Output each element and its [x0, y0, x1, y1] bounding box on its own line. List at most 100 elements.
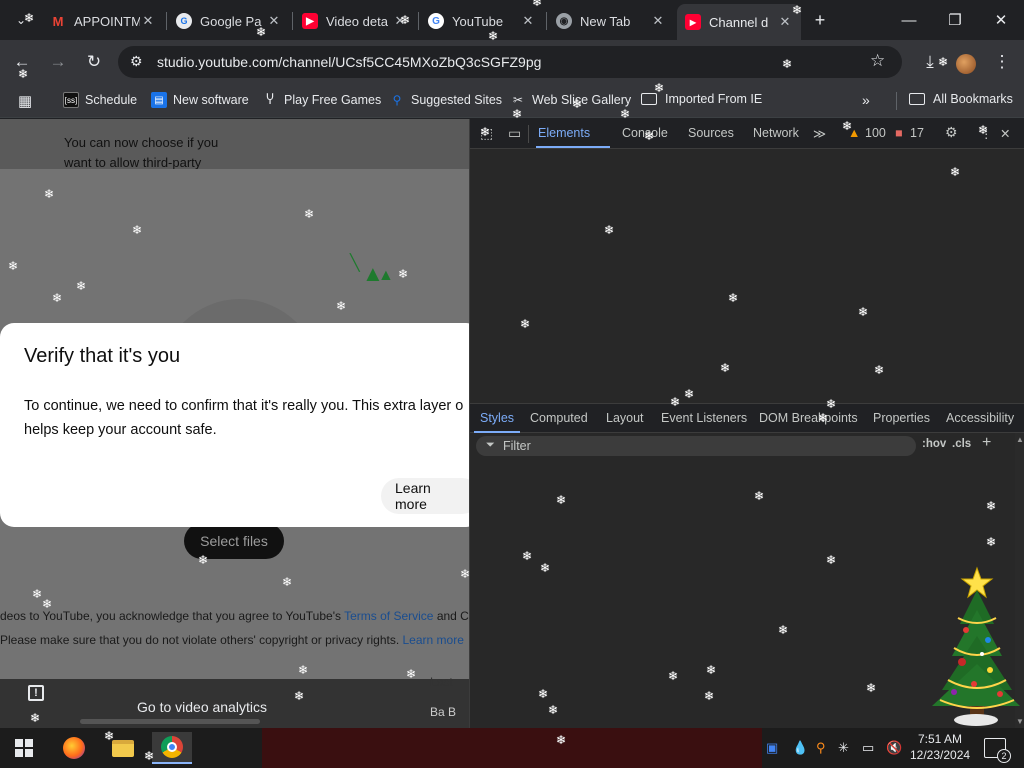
minimize-button[interactable]: —: [894, 8, 924, 32]
learn-more-link[interactable]: Learn more: [403, 633, 464, 647]
chevron-down-icon: ⌄: [15, 13, 27, 27]
more-tabs-icon[interactable]: ≫: [813, 126, 826, 141]
avatar[interactable]: [956, 54, 976, 74]
close-devtools-icon[interactable]: ✕: [1000, 126, 1010, 141]
new-tab-button[interactable]: +: [808, 8, 832, 32]
christmas-tree-icon: [928, 566, 1020, 730]
close-icon[interactable]: ✕: [650, 13, 666, 29]
network-settings-icon[interactable]: ✳: [838, 740, 849, 756]
tab-dom-breakpoints[interactable]: DOM Breakpoints: [759, 411, 858, 425]
select-files-button[interactable]: Select files: [184, 523, 284, 559]
bookmark-new-software[interactable]: ▤ New software: [151, 92, 249, 108]
tab-sources[interactable]: Sources: [688, 126, 734, 140]
bookmark-play-free-games[interactable]: Ⴤ Play Free Games: [262, 92, 381, 108]
start-button[interactable]: [4, 732, 44, 764]
folder-icon: [641, 93, 657, 105]
all-bookmarks-button[interactable]: All Bookmarks: [909, 92, 1013, 106]
inspect-element-icon[interactable]: ⬚: [480, 125, 493, 142]
close-icon[interactable]: ✕: [777, 14, 793, 30]
terms-line: deos to YouTube, you acknowledge that yo…: [0, 609, 469, 623]
terms-of-service-link[interactable]: Terms of Service: [344, 609, 433, 623]
warning-icon[interactable]: ▲: [848, 126, 860, 140]
filter-placeholder: Filter: [503, 439, 531, 453]
url-text[interactable]: studio.youtube.com/channel/UCsf5CC45MXoZ…: [157, 54, 541, 70]
bookmark-label: Imported From IE: [665, 92, 763, 106]
tab-network[interactable]: Network: [753, 126, 799, 140]
network-icon[interactable]: ▭: [862, 740, 874, 756]
taskbar-file-explorer[interactable]: [103, 732, 143, 764]
close-icon[interactable]: ✕: [140, 13, 156, 29]
tab-new-tab[interactable]: ◉ New Tab ✕: [548, 6, 674, 36]
close-icon[interactable]: ✕: [520, 13, 536, 29]
bookmark-web-slice-gallery[interactable]: ✂ Web Slice Gallery: [510, 92, 631, 108]
tab-title: New Tab: [580, 13, 631, 29]
apps-button[interactable]: ▦: [18, 92, 32, 110]
menu-button[interactable]: ⋮: [990, 50, 1014, 74]
dropbox-icon[interactable]: 💧: [792, 740, 808, 756]
close-icon[interactable]: ✕: [392, 13, 408, 29]
close-window-button[interactable]: ✕: [986, 8, 1016, 32]
elements-tree[interactable]: [470, 149, 1024, 387]
tab-channel-dashboard[interactable]: ▶ Channel d ✕: [677, 4, 801, 40]
tab-event-listeners[interactable]: Event Listeners: [661, 411, 747, 425]
bookmarks-overflow-button[interactable]: »: [862, 92, 870, 108]
tab-google-pay[interactable]: G Google Pa ✕: [168, 6, 290, 36]
site-settings-icon[interactable]: ⚙: [130, 53, 143, 70]
bookmark-suggested-sites[interactable]: ⚲ Suggested Sites: [389, 92, 502, 108]
notifications-button[interactable]: 2: [984, 738, 1011, 763]
more-vert-icon[interactable]: ⋮: [980, 126, 993, 141]
taskbar-chrome[interactable]: [152, 732, 192, 764]
error-icon[interactable]: ■: [895, 126, 903, 140]
youtube-icon: ▶: [685, 14, 701, 30]
tab-youtube[interactable]: G YouTube ✕: [420, 6, 544, 36]
reload-button[interactable]: ↻: [82, 50, 106, 74]
tab-accessibility[interactable]: Accessibility: [946, 411, 1014, 425]
scrollbar[interactable]: [80, 719, 260, 724]
feedback-icon[interactable]: !: [28, 685, 44, 701]
styles-filter-input[interactable]: ⏷ Filter: [476, 436, 916, 456]
divider: [896, 92, 897, 110]
volume-muted-icon[interactable]: 🔇: [886, 740, 902, 756]
go-to-video-analytics-link[interactable]: Go to video analytics: [137, 699, 267, 715]
gmail-icon: M: [52, 13, 64, 29]
tab-elements[interactable]: Elements: [538, 126, 590, 140]
tab-console[interactable]: Console: [622, 126, 668, 140]
clock-time: 7:51 AM: [917, 732, 963, 746]
bookmark-schedule[interactable]: [ss] Schedule: [63, 92, 137, 108]
clock[interactable]: 7:51 AM 12/23/2024: [910, 732, 970, 762]
tab-video-details[interactable]: ▶ Video deta ✕: [294, 6, 416, 36]
google-pay-icon: G: [176, 13, 192, 29]
errors-count[interactable]: 17: [910, 126, 924, 140]
learn-more-button[interactable]: Learn more: [381, 478, 469, 514]
cls-toggle[interactable]: .cls: [952, 438, 971, 450]
close-icon[interactable]: ✕: [266, 13, 282, 29]
downloads-button[interactable]: ⤓: [918, 50, 942, 74]
taskbar-firefox[interactable]: [54, 732, 94, 764]
settings-gear-icon[interactable]: ⚙: [945, 124, 958, 141]
star-icon[interactable]: ☆: [870, 51, 885, 71]
restore-button[interactable]: ❐: [940, 8, 970, 32]
tab-properties[interactable]: Properties: [873, 411, 930, 425]
tab-search-button[interactable]: ⌄: [10, 10, 32, 30]
tab-gmail[interactable]: M APPOINTM ✕: [42, 6, 164, 36]
notice-text-line1: You can now choose if you: [64, 135, 219, 150]
apps-grid-icon: ▦: [18, 93, 33, 110]
forward-button[interactable]: →: [46, 50, 70, 74]
tab-computed[interactable]: Computed: [530, 411, 588, 425]
back-button[interactable]: ←: [10, 50, 34, 74]
warnings-count[interactable]: 100: [865, 126, 886, 140]
devtools-sidebar-tabs: Styles Computed Layout Event Listeners D…: [470, 403, 1024, 433]
new-style-rule-icon[interactable]: +: [982, 434, 991, 452]
search-tray-icon[interactable]: ⚲: [816, 740, 826, 756]
tray-app-icon[interactable]: ▣: [766, 740, 778, 756]
web-slice-icon: ✂: [512, 93, 524, 107]
device-toolbar-icon[interactable]: ▭: [508, 125, 521, 142]
folder-icon: [112, 739, 134, 757]
double-chevron-right-icon: »: [862, 92, 870, 108]
dialog-body-line1: To continue, we need to confirm that it'…: [24, 398, 464, 414]
tab-layout[interactable]: Layout: [606, 411, 644, 425]
address-bar[interactable]: ⚙ studio.youtube.com/channel/UCsf5CC45MX…: [118, 46, 902, 78]
hov-toggle[interactable]: :hov: [922, 438, 946, 450]
bookmark-imported-from-ie[interactable]: Imported From IE: [641, 92, 762, 106]
tab-styles[interactable]: Styles: [480, 411, 514, 425]
